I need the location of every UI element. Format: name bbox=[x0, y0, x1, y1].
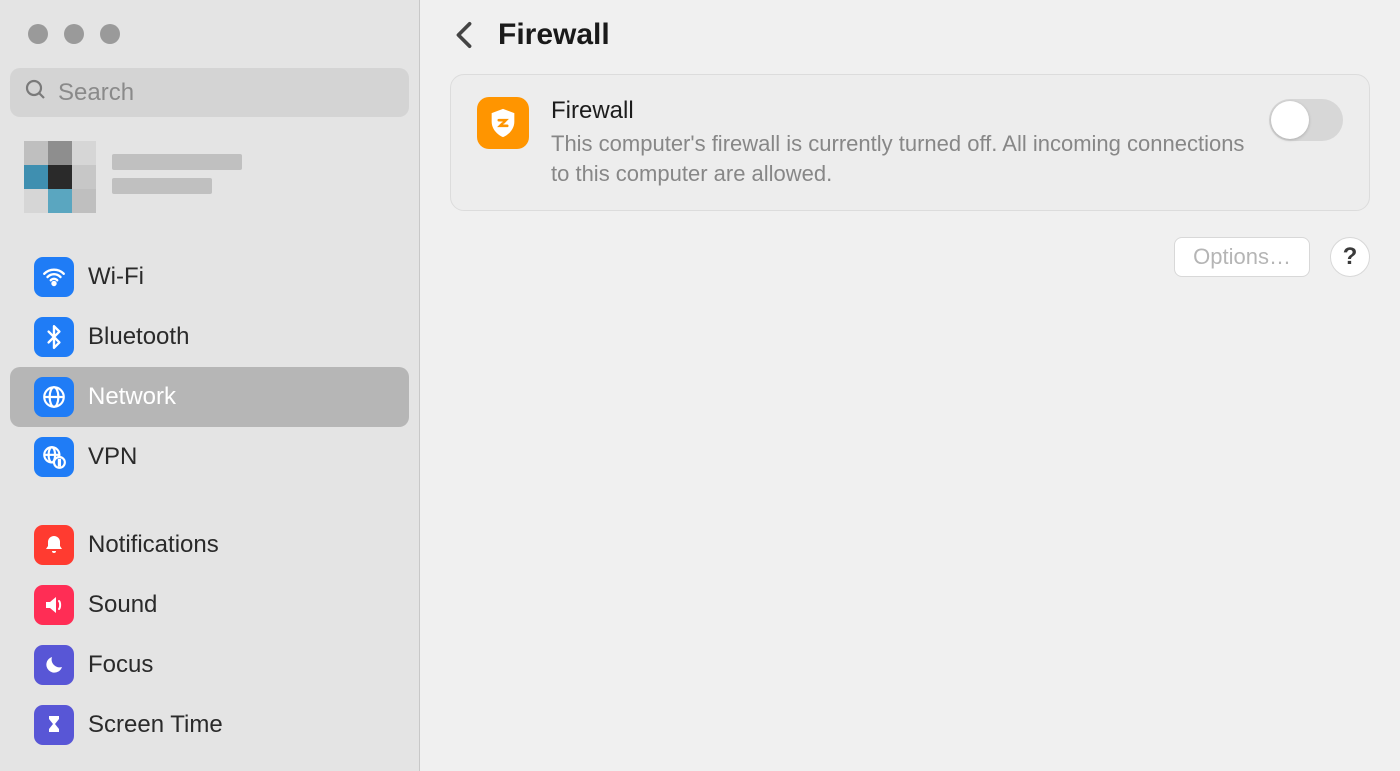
bell-icon bbox=[34, 525, 74, 565]
firewall-shield-icon bbox=[477, 97, 529, 149]
account-name bbox=[112, 154, 242, 202]
account-row[interactable] bbox=[0, 135, 419, 241]
options-button[interactable]: Options… bbox=[1174, 237, 1310, 277]
sidebar-item-wifi[interactable]: Wi-Fi bbox=[10, 247, 409, 307]
search-field[interactable] bbox=[10, 68, 409, 117]
sidebar-item-vpn[interactable]: i VPN bbox=[10, 427, 409, 487]
sidebar-item-label: Sound bbox=[88, 591, 157, 619]
help-button[interactable]: ? bbox=[1330, 237, 1370, 277]
sidebar-item-label: VPN bbox=[88, 443, 137, 471]
bluetooth-icon bbox=[34, 317, 74, 357]
search-icon bbox=[24, 78, 48, 107]
globe-icon bbox=[34, 377, 74, 417]
firewall-title: Firewall bbox=[551, 97, 1247, 125]
window-controls bbox=[0, 24, 419, 68]
minimize-window-button[interactable] bbox=[64, 24, 84, 44]
sidebar-item-label: Focus bbox=[88, 651, 153, 679]
sidebar-item-label: Network bbox=[88, 383, 176, 411]
hourglass-icon bbox=[34, 705, 74, 745]
toggle-knob bbox=[1271, 101, 1309, 139]
maximize-window-button[interactable] bbox=[100, 24, 120, 44]
sidebar-item-focus[interactable]: Focus bbox=[10, 635, 409, 695]
svg-text:i: i bbox=[58, 459, 60, 468]
firewall-toggle[interactable] bbox=[1269, 99, 1343, 141]
sidebar-item-bluetooth[interactable]: Bluetooth bbox=[10, 307, 409, 367]
sidebar-item-notifications[interactable]: Notifications bbox=[10, 515, 409, 575]
actions-row: Options… ? bbox=[450, 211, 1370, 277]
sidebar: Wi-Fi Bluetooth Network i bbox=[0, 0, 420, 771]
search-input[interactable] bbox=[58, 79, 395, 107]
sidebar-item-label: Wi-Fi bbox=[88, 263, 144, 291]
speaker-icon bbox=[34, 585, 74, 625]
back-button[interactable] bbox=[450, 21, 478, 49]
firewall-card: Firewall This computer's firewall is cur… bbox=[450, 74, 1370, 211]
sidebar-item-screen-time[interactable]: Screen Time bbox=[10, 695, 409, 755]
sidebar-item-label: Screen Time bbox=[88, 711, 223, 739]
sidebar-item-sound[interactable]: Sound bbox=[10, 575, 409, 635]
moon-icon bbox=[34, 645, 74, 685]
page-header: Firewall bbox=[450, 18, 1370, 74]
main-content: Firewall Firewall This computer's firewa… bbox=[420, 0, 1400, 771]
page-title: Firewall bbox=[498, 18, 610, 52]
sidebar-item-label: Notifications bbox=[88, 531, 219, 559]
avatar bbox=[24, 141, 98, 215]
sidebar-item-label: Bluetooth bbox=[88, 323, 189, 351]
sidebar-item-network[interactable]: Network bbox=[10, 367, 409, 427]
vpn-icon: i bbox=[34, 437, 74, 477]
close-window-button[interactable] bbox=[28, 24, 48, 44]
wifi-icon bbox=[34, 257, 74, 297]
firewall-description: This computer's firewall is currently tu… bbox=[551, 129, 1247, 188]
